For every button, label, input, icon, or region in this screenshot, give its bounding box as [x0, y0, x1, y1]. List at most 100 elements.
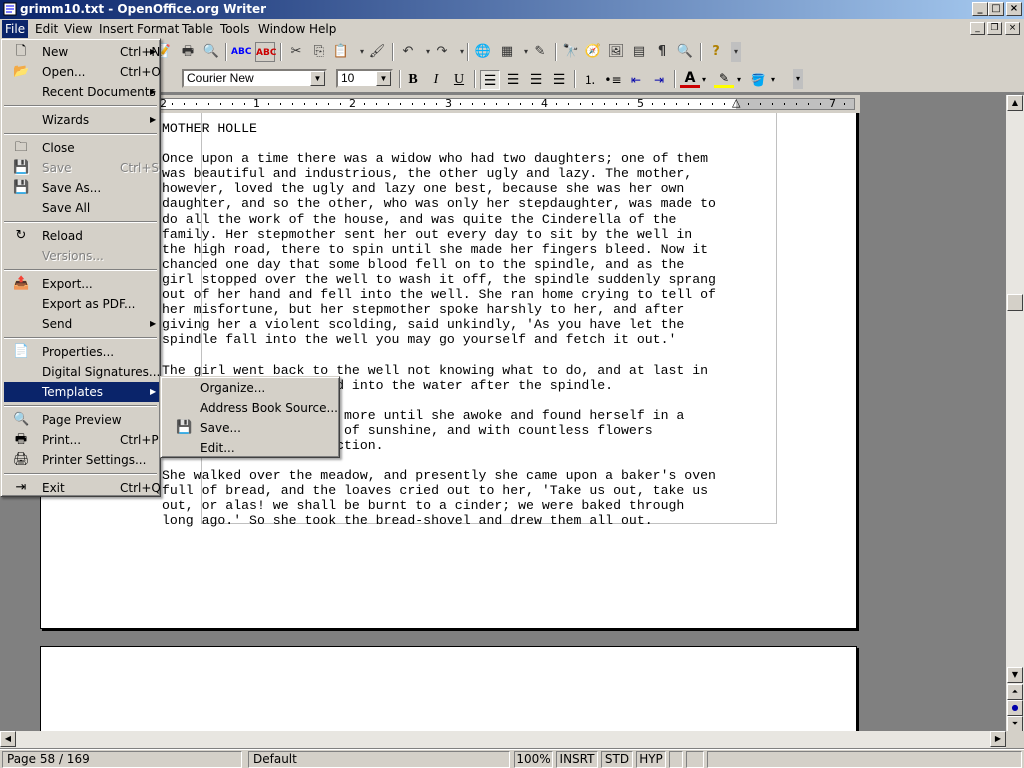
print-preview-icon[interactable]: 🔍 [201, 42, 221, 62]
align-left-icon[interactable]: ☰ [480, 70, 500, 90]
menu-format[interactable]: Format [134, 22, 182, 36]
file-menu-item-recent-documents[interactable]: Recent Documents ▶ [4, 82, 159, 102]
navigation-button[interactable]: ● [1007, 700, 1023, 716]
file-menu-item-digital-signatures[interactable]: Digital Signatures... [4, 362, 160, 382]
find-replace-icon[interactable]: 🔭 [561, 42, 581, 62]
copy-icon[interactable]: ⎘ [309, 42, 329, 62]
menu-insert[interactable]: Insert [96, 22, 136, 36]
menu-edit[interactable]: Edit [32, 22, 61, 36]
hyperlink-mode[interactable]: HYP [636, 751, 666, 768]
scroll-right-button[interactable]: ▶ [990, 731, 1006, 747]
templates-menu-item-organize[interactable]: Organize... [164, 378, 338, 398]
navigator-icon[interactable]: 🧭 [583, 42, 603, 62]
templates-menu-item-edit[interactable]: Edit... [164, 438, 338, 458]
page-style[interactable]: Default [248, 751, 510, 768]
font-size-dropdown-icon[interactable]: ▼ [376, 71, 391, 86]
print-icon[interactable]: 🖶 [178, 42, 198, 62]
justify-icon[interactable]: ☰ [549, 70, 569, 90]
file-menu-item-exit[interactable]: ⇥ Exit Ctrl+Q [4, 478, 161, 498]
file-menu-item-save[interactable]: 💾 Save Ctrl+S [4, 158, 159, 178]
zoom-icon[interactable]: 🔍 [675, 42, 695, 62]
right-indent-marker[interactable]: △ [732, 96, 740, 109]
file-menu-item-properties[interactable]: 📄 Properties... [4, 342, 159, 362]
spellcheck-icon[interactable]: ABC [231, 42, 251, 62]
doc-restore-button[interactable]: ❐ [987, 22, 1002, 35]
maximize-button[interactable]: □ [988, 2, 1004, 16]
document-text[interactable]: MOTHER HOLLE Once upon a time there was … [162, 121, 732, 529]
file-menu-item-versions[interactable]: Versions... [4, 246, 159, 266]
menu-file[interactable]: File [2, 20, 29, 38]
doc-close-button[interactable]: × [1005, 22, 1020, 35]
file-menu-item-wizards[interactable]: Wizards ▶ [4, 110, 159, 130]
page-indicator[interactable]: Page 58 / 169 [2, 751, 242, 768]
file-menu-item-print[interactable]: 🖶 Print... Ctrl+P [4, 430, 159, 450]
vertical-scroll-thumb[interactable] [1007, 294, 1023, 311]
cut-icon[interactable]: ✂ [286, 42, 306, 62]
menu-view[interactable]: View [61, 22, 95, 36]
font-color-dropdown-icon[interactable]: ▾ [699, 70, 709, 90]
undo-icon[interactable]: ↶ [398, 42, 418, 62]
gallery-icon[interactable]: 🖼 [606, 42, 626, 62]
zoom-level[interactable]: 100% [514, 751, 553, 768]
font-name-box[interactable]: Courier New ▼ [182, 69, 327, 88]
close-window-button[interactable]: × [1006, 2, 1022, 16]
font-color-icon[interactable]: A [680, 70, 700, 88]
file-menu-item-templates[interactable]: Templates ▶ [4, 382, 159, 402]
align-center-icon[interactable]: ☰ [503, 70, 523, 90]
file-menu-item-export[interactable]: 📤 Export... [4, 274, 159, 294]
file-menu-item-new[interactable]: 🗋 New Ctrl+N ▶ [4, 42, 161, 62]
file-menu-item-open[interactable]: 📂 Open... Ctrl+O [4, 62, 161, 82]
scroll-up-button[interactable]: ▲ [1007, 95, 1023, 111]
bold-button[interactable]: B [403, 70, 423, 90]
autospellcheck-icon[interactable]: ABC [255, 42, 276, 62]
data-sources-icon[interactable]: ▤ [629, 42, 649, 62]
font-size-box[interactable]: 10 ▼ [336, 69, 393, 88]
underline-button[interactable]: U [449, 70, 469, 90]
italic-button[interactable]: I [426, 70, 446, 90]
help-icon[interactable]: ? [706, 42, 726, 62]
menu-table[interactable]: Table [179, 22, 216, 36]
vertical-scrollbar[interactable]: ▲ ▼ ⏶ ● ⏷ [1006, 95, 1024, 732]
file-menu-item-page-preview[interactable]: 🔍 Page Preview [4, 410, 159, 430]
selection-mode[interactable]: STD [601, 751, 633, 768]
table-icon[interactable]: ▦ [497, 42, 517, 62]
file-menu-item-export-as-pdf[interactable]: Export as PDF... [4, 294, 159, 314]
redo-dropdown-icon[interactable]: ▾ [452, 42, 472, 62]
decrease-indent-icon[interactable]: ⇤ [626, 70, 646, 90]
redo-icon[interactable]: ↷ [432, 42, 452, 62]
templates-menu-item-save[interactable]: 💾 Save... [164, 418, 338, 438]
horizontal-scrollbar[interactable]: ◀ ▶ [0, 731, 1006, 748]
background-color-icon[interactable]: 🪣 [748, 70, 768, 90]
previous-page-button[interactable]: ⏶ [1007, 684, 1023, 700]
menu-tools[interactable]: Tools [217, 22, 253, 36]
insert-mode[interactable]: INSRT [556, 751, 598, 768]
highlighting-icon[interactable]: ✎ [714, 70, 734, 88]
scroll-left-button[interactable]: ◀ [0, 731, 16, 747]
nonprinting-characters-icon[interactable]: ¶ [652, 42, 672, 62]
align-right-icon[interactable]: ☰ [526, 70, 546, 90]
horizontal-ruler[interactable]: 2 1 2 3 4 5 7 △ [160, 95, 860, 113]
file-menu-item-close[interactable]: 🗀 Close [4, 138, 159, 158]
toolbar-overflow-icon[interactable]: ▾ [793, 69, 803, 89]
menu-window[interactable]: Window [255, 22, 308, 36]
writer-app-icon[interactable] [3, 2, 17, 16]
next-page-button[interactable]: ⏷ [1007, 716, 1023, 732]
bullets-icon[interactable]: •≡ [603, 70, 623, 90]
file-menu-item-reload[interactable]: ↻ Reload [4, 226, 159, 246]
file-menu-item-printer-settings[interactable]: 🖨 Printer Settings... [4, 450, 159, 470]
toolbar-overflow-icon[interactable]: ▾ [731, 42, 741, 62]
file-menu-item-save-all[interactable]: Save All [4, 198, 159, 218]
highlighting-dropdown-icon[interactable]: ▾ [734, 70, 744, 90]
background-color-dropdown-icon[interactable]: ▾ [768, 70, 778, 90]
hyperlink-icon[interactable]: 🌐 [473, 42, 493, 62]
file-menu-item-send[interactable]: Send ▶ [4, 314, 159, 334]
minimize-button[interactable]: _ [972, 2, 988, 16]
numbering-icon[interactable]: ⒈ [580, 70, 600, 90]
templates-menu-item-address-book-source[interactable]: Address Book Source... [164, 398, 338, 418]
title-bar[interactable]: grimm10.txt - OpenOffice.org Writer _ □ … [0, 0, 1024, 19]
doc-minimize-button[interactable]: _ [970, 22, 985, 35]
file-menu-item-save-as[interactable]: 💾 Save As... [4, 178, 159, 198]
paste-icon[interactable]: 📋 [331, 42, 351, 62]
increase-indent-icon[interactable]: ⇥ [649, 70, 669, 90]
font-name-dropdown-icon[interactable]: ▼ [310, 71, 325, 86]
